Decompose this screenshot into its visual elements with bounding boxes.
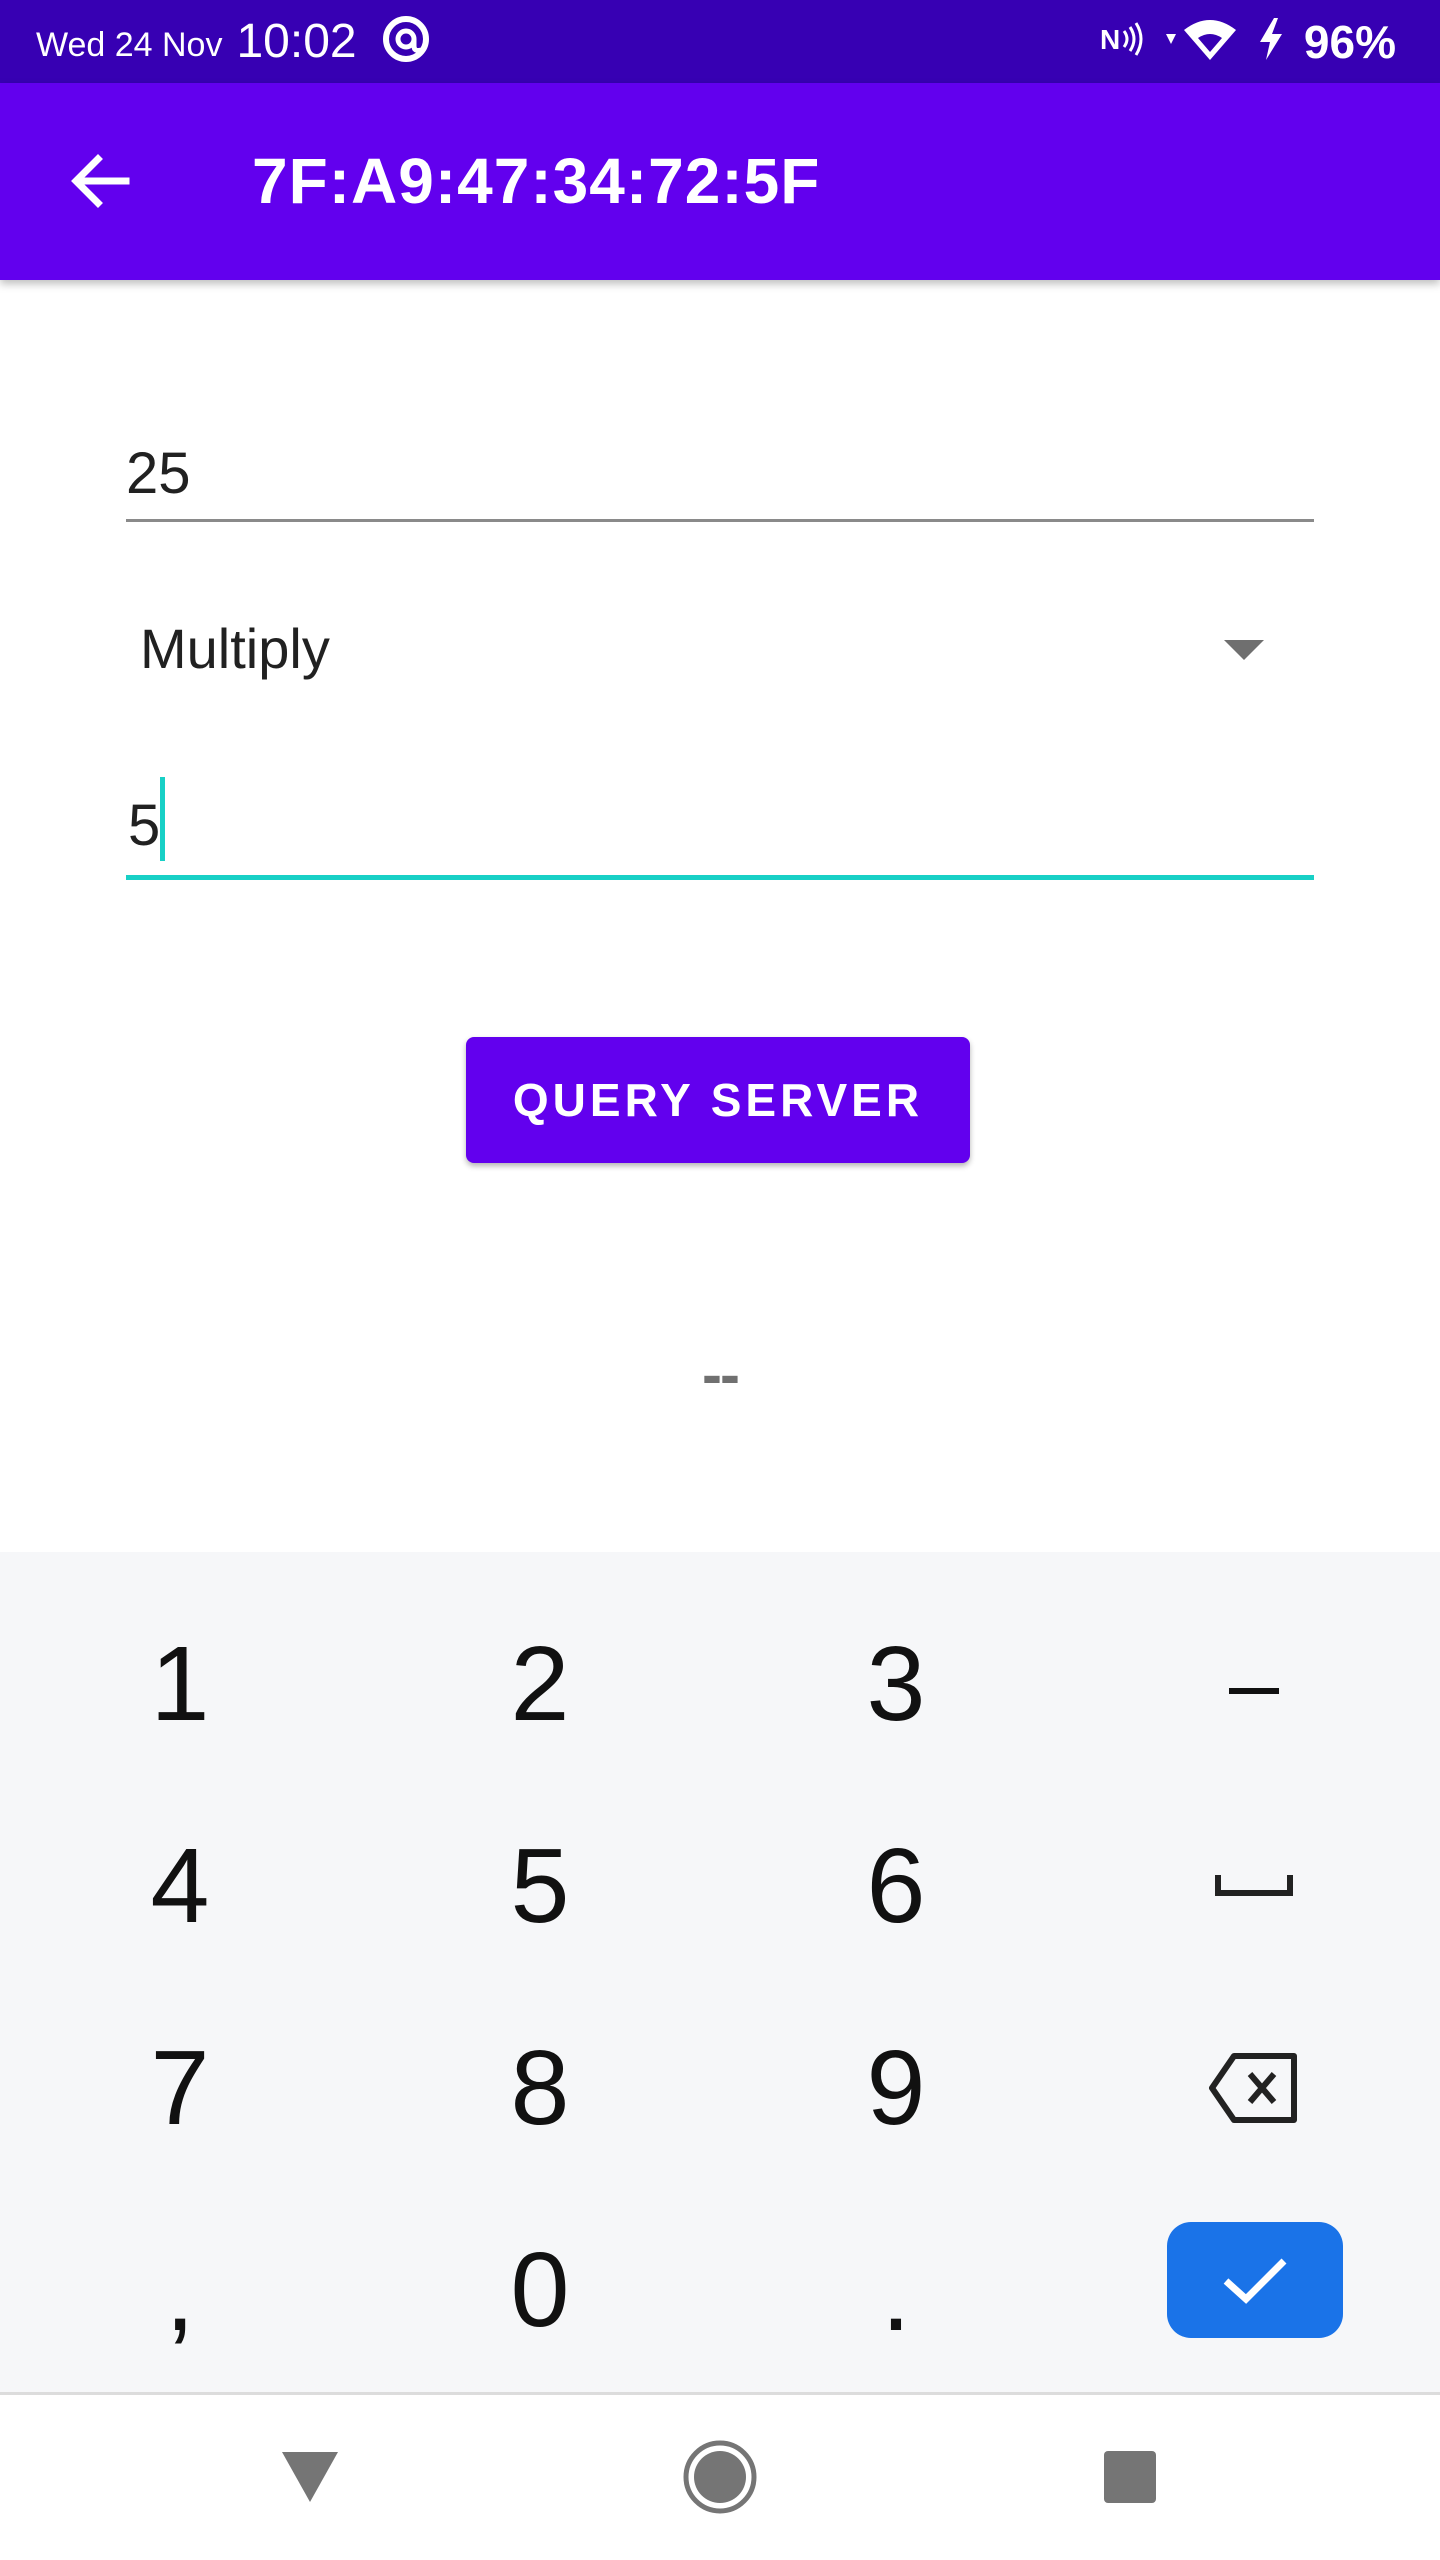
at-sign-icon <box>381 14 431 69</box>
nav-recents-square-icon <box>1104 2451 1156 2503</box>
key-0[interactable]: 0 <box>360 2188 720 2392</box>
status-bar: Wed 24 Nov 10:02 N 96% <box>0 0 1440 83</box>
backspace-icon <box>1209 2053 1297 2123</box>
key-3[interactable]: 3 <box>716 1582 1076 1786</box>
key-5[interactable]: 5 <box>360 1784 720 1988</box>
result-text: -- <box>702 1341 740 1408</box>
nav-home-circle-icon <box>683 2440 757 2514</box>
key-enter[interactable] <box>1167 2222 1343 2338</box>
battery-percentage: 96% <box>1303 15 1396 68</box>
key-4[interactable]: 4 <box>0 1784 360 1988</box>
first-operand-value: 25 <box>126 441 191 506</box>
nav-recents-button[interactable] <box>1090 2437 1170 2517</box>
nav-back-button[interactable] <box>270 2437 350 2517</box>
app-bar: 7F:A9:47:34:72:5F <box>0 83 1440 280</box>
key-1[interactable]: 1 <box>0 1582 360 1786</box>
status-time: 10:02 <box>236 15 357 68</box>
key-space[interactable] <box>1074 1784 1434 1988</box>
second-operand-value: 5 <box>128 793 161 858</box>
nav-home-button[interactable] <box>680 2437 760 2517</box>
wifi-icon <box>1164 16 1238 67</box>
dropdown-arrow-icon <box>1224 640 1264 667</box>
operation-selected-value: Multiply <box>140 617 330 680</box>
navigation-bar <box>0 2392 1440 2560</box>
key-period[interactable]: . <box>716 2192 1076 2396</box>
status-right: N 96% <box>1100 0 1396 83</box>
text-cursor <box>160 777 165 861</box>
operation-dropdown[interactable]: Multiply <box>126 590 1314 710</box>
space-icon <box>1215 1875 1293 1896</box>
second-operand-field[interactable]: 5 <box>126 770 1314 880</box>
key-backspace[interactable] <box>1074 1986 1434 2190</box>
nfc-icon: N <box>1100 19 1146 64</box>
key-comma[interactable]: , <box>0 2192 360 2396</box>
app-title: 7F:A9:47:34:72:5F <box>252 145 821 217</box>
back-button[interactable] <box>52 133 148 229</box>
first-operand-field[interactable]: 25 <box>126 420 1314 522</box>
key-6[interactable]: 6 <box>716 1784 1076 1988</box>
numeric-keyboard: 1 2 3 – 4 5 6 7 8 9 , 0 . <box>0 1552 1440 2392</box>
nav-back-triangle-icon <box>282 2452 338 2502</box>
key-dash[interactable]: – <box>1074 1582 1434 1786</box>
key-2[interactable]: 2 <box>360 1582 720 1786</box>
status-date: Wed 24 Nov <box>36 26 223 64</box>
key-7[interactable]: 7 <box>0 1986 360 2190</box>
charging-icon <box>1256 16 1286 67</box>
arrow-back-icon <box>71 154 130 208</box>
status-left: Wed 24 Nov 10:02 <box>36 0 431 83</box>
key-8[interactable]: 8 <box>360 1986 720 2190</box>
key-9[interactable]: 9 <box>716 1986 1076 2190</box>
query-server-button[interactable]: QUERY SERVER <box>466 1037 970 1163</box>
svg-text:N: N <box>1100 24 1120 55</box>
checkmark-icon <box>1223 2258 1287 2304</box>
